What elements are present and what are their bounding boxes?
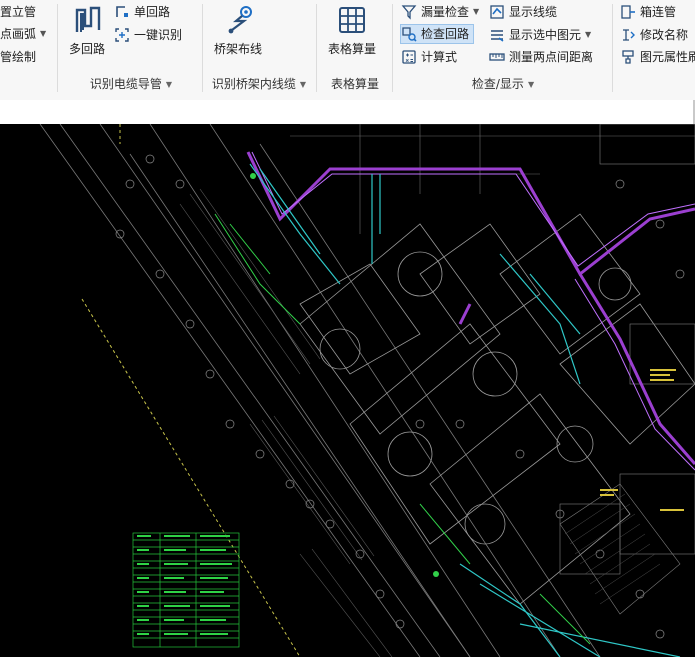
multi-loop-label: 多回路 (68, 42, 105, 56)
group-divider (612, 4, 613, 92)
group-label-tray-text: 识别桥架内线缆 (211, 77, 296, 91)
element-props-label: 图元属性刷 (640, 50, 695, 64)
group-label-tray: 识别桥架内线缆 ▼ (205, 76, 313, 92)
box-connect-icon (621, 5, 635, 19)
place-riser-button[interactable]: 置立管 (0, 2, 36, 22)
single-loop-button[interactable]: 单回路 (114, 2, 170, 22)
rename-button[interactable]: 修改名称 (620, 25, 688, 45)
group-label-check-text: 检查/显示 (471, 77, 524, 91)
multi-loop-icon (75, 6, 101, 32)
single-loop-icon (116, 6, 128, 17)
hatch-lines (179, 188, 393, 657)
cable-display-icon (490, 5, 504, 19)
chevron-down-icon: ▼ (473, 7, 480, 16)
formula-button[interactable]: 计算式 (401, 47, 457, 67)
box-pipe-button[interactable]: 箱连管 (620, 2, 676, 22)
chevron-down-icon[interactable]: ▼ (300, 77, 306, 93)
annotation-marks (600, 369, 684, 511)
show-cables-button[interactable]: 显示线缆 (489, 2, 557, 22)
group-label-check: 检查/显示 ▼ (400, 76, 606, 92)
show-selected-label: 显示选中图元 (509, 28, 582, 42)
measure-distance-label: 测量两点间距离 (509, 50, 594, 64)
table-calc-label: 表格算量 (327, 42, 376, 56)
layers-icon (491, 30, 504, 42)
chevron-down-icon[interactable]: ▼ (528, 77, 534, 93)
ruler-icon (489, 53, 505, 61)
show-cables-label: 显示线缆 (509, 5, 558, 19)
auto-identify-button[interactable]: 一键识别 (114, 25, 182, 45)
pipe-draw-button[interactable]: 管绘制 (0, 47, 36, 67)
identify-icon (115, 28, 129, 42)
legend-marks (137, 535, 232, 635)
missing-check-label: 漏量检查 (421, 5, 470, 19)
grid-lines (290, 124, 695, 234)
group-divider (316, 4, 317, 92)
chevron-down-icon: ▼ (585, 30, 592, 39)
group-divider (202, 4, 203, 92)
group-label-cable: 识别电缆导管 ▼ (64, 76, 198, 92)
rename-icon (623, 29, 635, 41)
table-grid-icon (339, 7, 365, 33)
building-outline (39, 124, 601, 657)
toolbar-gap (0, 100, 695, 124)
formula-label: 计算式 (421, 50, 458, 64)
device-marker (433, 571, 439, 577)
cad-drawing-canvas[interactable] (0, 124, 695, 657)
device-marker (250, 173, 256, 179)
show-selected-button[interactable]: 显示选中图元 ▼ (489, 25, 591, 45)
multi-loop-button[interactable]: 多回路 (64, 4, 110, 57)
funnel-icon (401, 5, 417, 20)
table-calc-button[interactable]: 表格算量 (326, 4, 378, 57)
chevron-down-icon: ▼ (40, 29, 47, 38)
ribbon-toolbar: 置立管 点画弧 ▼ 管绘制 多回路 单回路 一键识别 识别电缆导管 ▼ 桥架布线… (0, 0, 695, 101)
check-loop-button[interactable]: 检查回路 (400, 24, 475, 44)
point-arc-button[interactable]: 点画弧 ▼ (0, 24, 46, 44)
cad-drawing (39, 124, 695, 657)
group-divider (57, 4, 58, 92)
missing-check-button[interactable]: 漏量检查 ▼ (401, 2, 479, 22)
rename-label: 修改名称 (640, 28, 689, 42)
brush-icon (622, 50, 634, 64)
pipe-draw-label: 管绘制 (0, 50, 37, 64)
tray-wiring-icon (228, 6, 252, 34)
cable-tray-path (246, 151, 695, 465)
cable-tray-inner (251, 151, 695, 471)
point-arc-label: 点画弧 (0, 27, 37, 41)
group-label-cable-text: 识别电缆导管 (89, 77, 162, 91)
place-riser-label: 置立管 (0, 5, 37, 19)
check-loop-icon (402, 27, 417, 42)
tray-wiring-label: 桥架布线 (213, 42, 262, 56)
fixture-symbols (115, 154, 685, 639)
single-loop-label: 单回路 (134, 5, 171, 19)
group-label-table: 表格算量 (322, 76, 388, 92)
auto-identify-label: 一键识别 (134, 28, 183, 42)
chevron-down-icon[interactable]: ▼ (166, 77, 172, 93)
calculator-icon (402, 50, 416, 64)
measure-distance-button[interactable]: 测量两点间距离 (489, 47, 593, 67)
box-pipe-label: 箱连管 (640, 5, 677, 19)
detail-hatch (564, 493, 661, 605)
element-props-brush-button[interactable]: 图元属性刷 (620, 47, 695, 67)
group-divider (392, 4, 393, 92)
check-loop-label: 检查回路 (421, 27, 470, 41)
group-label-table-text: 表格算量 (330, 77, 379, 91)
court-outlines (299, 213, 695, 605)
tray-wiring-button[interactable]: 桥架布线 (210, 4, 266, 57)
